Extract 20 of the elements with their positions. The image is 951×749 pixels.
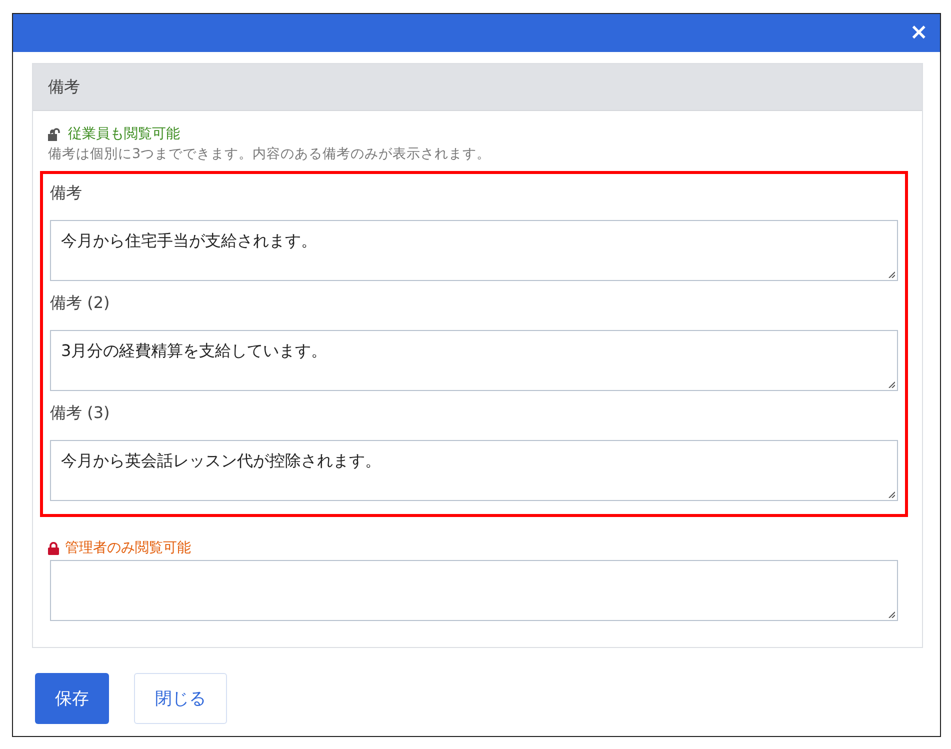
field-label: 備考 (2) bbox=[50, 292, 111, 314]
field-label: 備考 (3) bbox=[50, 402, 111, 424]
panel-title: 備考 bbox=[48, 76, 80, 98]
visibility-label: 管理者のみ閲覧可能 bbox=[65, 539, 191, 557]
resize-grip-icon bbox=[888, 611, 895, 618]
unlocked-padlock-icon bbox=[48, 128, 62, 140]
text-area[interactable]: 3月分の経費精算を支給しています。 bbox=[50, 330, 898, 391]
text-area[interactable] bbox=[50, 560, 898, 621]
help-text: 備考は個別に3つまでできます。内容のある備考のみが表示されます。 bbox=[47, 145, 492, 163]
text-area[interactable]: 今月から英会話レッスン代が控除されます。 bbox=[50, 440, 898, 501]
close-button[interactable]: × bbox=[906, 22, 932, 44]
close-dialog-button[interactable]: 閉じる bbox=[134, 673, 227, 724]
resize-grip-icon bbox=[888, 271, 895, 278]
resize-grip-icon bbox=[888, 491, 895, 498]
text-area[interactable]: 今月から住宅手当が支給されます。 bbox=[50, 220, 898, 281]
resize-grip-icon bbox=[888, 381, 895, 388]
field-label: 備考 bbox=[50, 182, 83, 204]
save-button[interactable]: 保存 bbox=[35, 673, 109, 724]
padlock-icon bbox=[48, 542, 59, 554]
visibility-label: 従業員も閲覧可能 bbox=[68, 125, 180, 143]
